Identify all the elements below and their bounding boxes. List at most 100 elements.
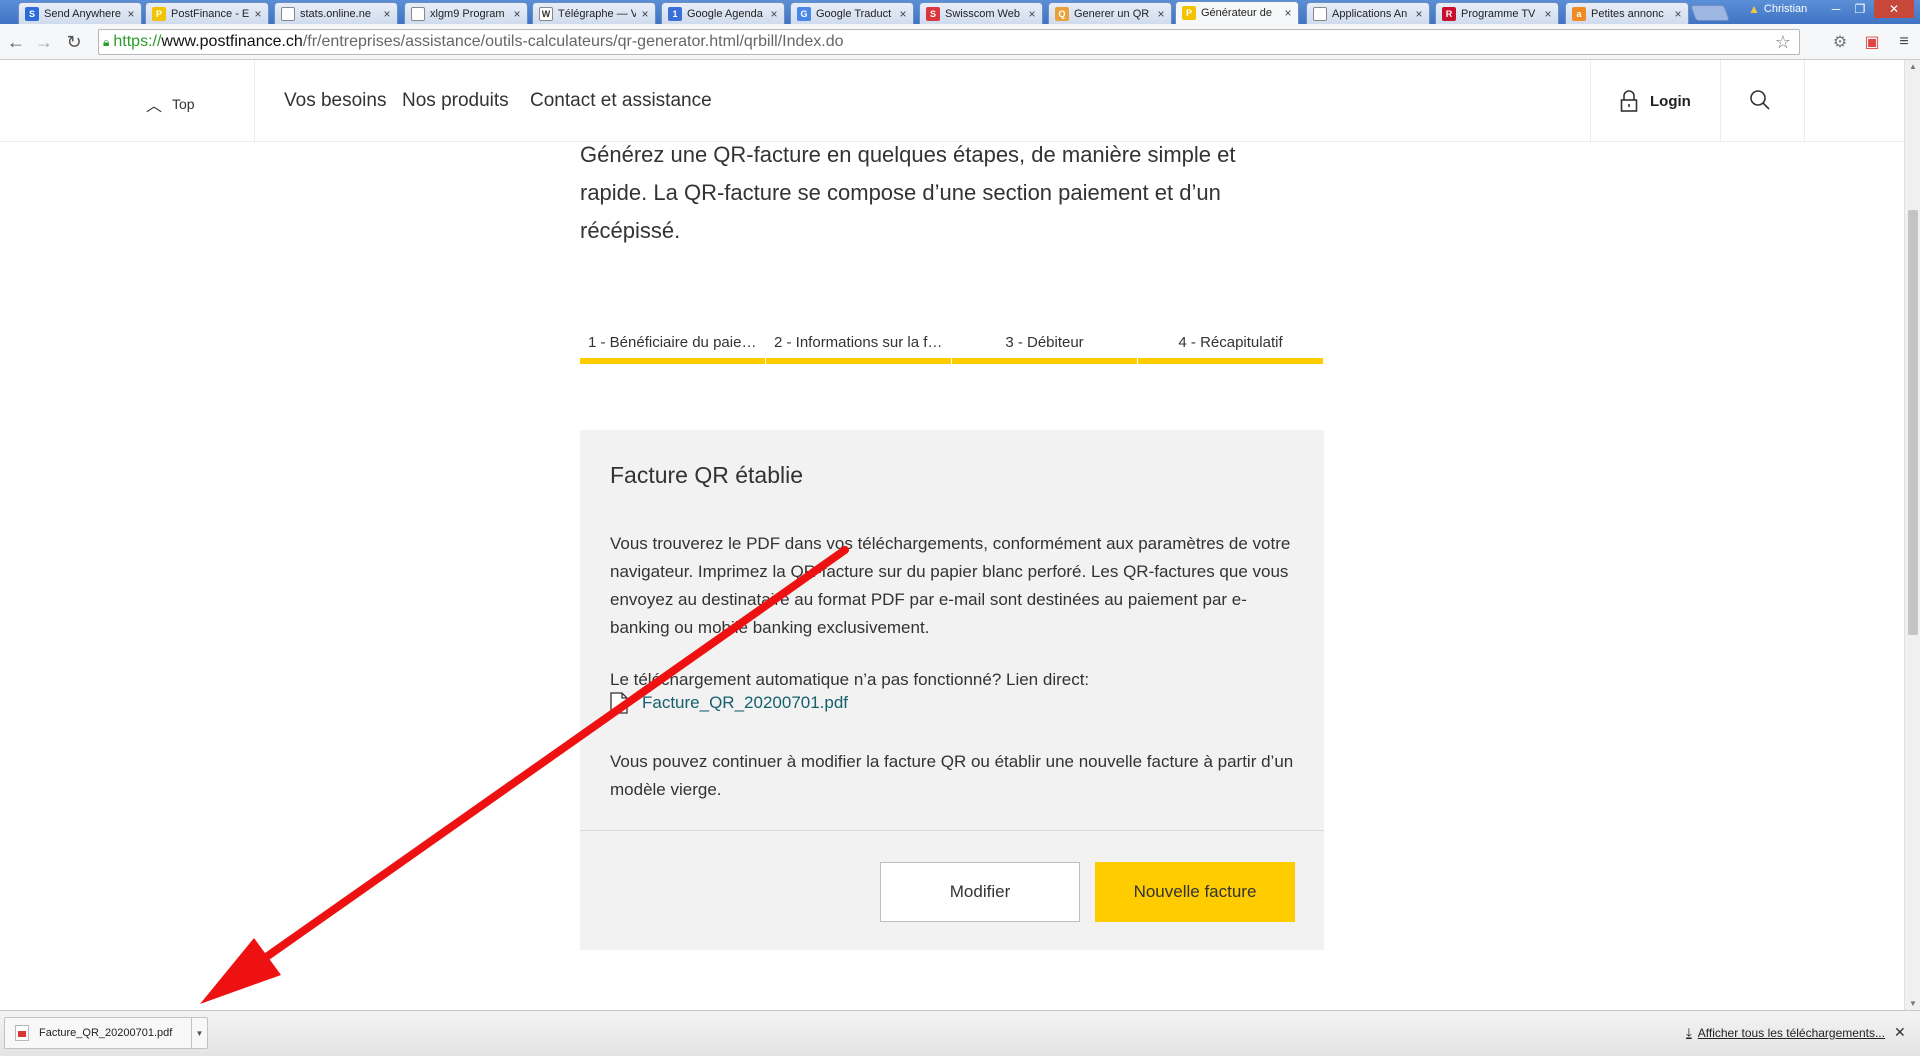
menu-icon[interactable]: ≡ (1894, 32, 1914, 52)
download-menu-caret-icon[interactable]: ▼ (191, 1018, 207, 1048)
url-protocol: https:// (113, 33, 162, 50)
tab-close-icon[interactable]: × (381, 7, 393, 21)
new-tab-button[interactable] (1690, 5, 1730, 21)
chevron-up-icon: ︿ (146, 98, 163, 115)
wikipedia-icon: W (539, 6, 553, 21)
url-path: /fr/entreprises/assistance/outils-calcul… (302, 33, 844, 50)
page-icon (1313, 6, 1327, 21)
tab-close-icon[interactable]: × (1672, 7, 1684, 21)
scroll-down-icon[interactable]: ▼ (1909, 999, 1917, 1008)
tab-close-icon[interactable]: × (1026, 7, 1038, 21)
extension-icon[interactable]: ⚙ (1830, 32, 1850, 52)
pdf-file-icon (15, 1025, 29, 1041)
browser-tab[interactable]: 1 Google Agenda × (661, 2, 785, 24)
tab-label: Google Traduct (816, 7, 892, 20)
tab-label: Générateur de (1201, 7, 1272, 19)
profile-badge[interactable]: ▲ Christian (1748, 1, 1807, 17)
rts-icon: R (1442, 6, 1456, 21)
tab-close-icon[interactable]: × (511, 7, 523, 21)
tab-close-icon[interactable]: × (1155, 7, 1167, 21)
browser-tab[interactable]: Q Generer un QR × (1048, 2, 1172, 24)
scroll-thumb[interactable] (1908, 210, 1918, 635)
direct-link-text: Le téléchargement automatique n’a pas fo… (610, 670, 1090, 689)
tab-label: PostFinance - E (171, 7, 249, 20)
nav-nos-produits[interactable]: Nos produits (402, 90, 509, 112)
intro-text: Générez une QR-facture en quelques étape… (580, 142, 1236, 243)
back-to-top-button[interactable]: ︿ Top (146, 92, 195, 116)
step-debiteur[interactable]: 3 - Débiteur (952, 334, 1137, 364)
tab-close-icon[interactable]: × (252, 7, 264, 21)
tab-close-icon[interactable]: × (125, 7, 137, 21)
tab-close-icon[interactable]: × (1282, 6, 1294, 20)
download-file-name: Facture_QR_20200701.pdf (39, 1027, 173, 1039)
back-arrow-icon[interactable]: ← (4, 30, 28, 54)
postfinance-icon: P (1182, 6, 1196, 20)
step-recapitulatif[interactable]: 4 - Récapitulatif (1138, 334, 1323, 364)
bookmark-star-icon[interactable]: ☆ (1775, 32, 1791, 53)
download-item[interactable]: Facture_QR_20200701.pdf ▼ (4, 1017, 208, 1049)
tab-close-icon[interactable]: × (1413, 7, 1425, 21)
address-bar[interactable]: 🔒︎ https:// www.postfinance.ch /fr/entre… (98, 29, 1800, 55)
show-all-label: Afficher tous les téléchargements... (1697, 1026, 1885, 1040)
tab-close-icon[interactable]: × (639, 7, 651, 21)
browser-tab[interactable]: R Programme TV × (1435, 2, 1559, 24)
new-invoice-button[interactable]: Nouvelle facture (1095, 862, 1295, 922)
browser-tab[interactable]: P Générateur de × (1175, 1, 1299, 24)
tab-label: Petites annonc (1591, 7, 1664, 20)
pdf-direct-link[interactable]: Facture_QR_20200701.pdf (610, 692, 848, 714)
step-informations[interactable]: 2 - Informations sur la facture (766, 334, 951, 364)
nav-contact-assistance[interactable]: Contact et assistance (530, 90, 712, 112)
scroll-up-icon[interactable]: ▲ (1909, 62, 1917, 71)
tab-close-icon[interactable]: × (897, 7, 909, 21)
tab-close-icon[interactable]: × (768, 7, 780, 21)
browser-tab[interactable]: S Swisscom Web × (919, 2, 1043, 24)
download-icon: ⤓ (1686, 1025, 1692, 1040)
nav-vos-besoins[interactable]: Vos besoins (284, 90, 386, 112)
login-button[interactable]: Login (1620, 90, 1691, 112)
tab-label: stats.online.ne (300, 7, 371, 20)
close-download-bar-icon[interactable]: ✕ (1894, 1024, 1906, 1041)
warning-icon: ▲ (1748, 2, 1760, 16)
continue-text: Vous pouvez continuer à modifier la fact… (610, 752, 1294, 799)
pocket-icon[interactable]: ▣ (1862, 32, 1882, 52)
nav-divider (1720, 60, 1721, 142)
show-all-downloads-link[interactable]: ⤓ Afficher tous les téléchargements... (1686, 1025, 1885, 1041)
browser-tab[interactable]: W Télégraphe — V × (532, 2, 656, 24)
google-translate-icon: G (797, 6, 811, 21)
browser-tab[interactable]: stats.online.ne × (274, 2, 398, 24)
tab-label: Google Agenda (687, 7, 763, 20)
tab-label: Applications An (1332, 7, 1408, 20)
page-scrollbar[interactable]: ▲ ▼ (1904, 60, 1920, 1010)
browser-tab[interactable]: S Send Anywhere × (18, 2, 142, 24)
restore-icon[interactable]: ❐ (1848, 0, 1872, 18)
tab-label: Télégraphe — V (558, 7, 636, 20)
search-icon[interactable] (1748, 88, 1772, 112)
close-window-icon[interactable]: ✕ (1874, 0, 1914, 18)
tab-label: xlgm9 Program (430, 7, 505, 20)
site-navigation: ︿ Top Vos besoins Nos produits Contact e… (0, 60, 1904, 142)
tab-close-icon[interactable]: × (1542, 7, 1554, 21)
browser-tab[interactable]: a Petites annonc × (1565, 2, 1689, 24)
qr-icon: Q (1055, 6, 1069, 21)
anibis-icon: a (1572, 6, 1586, 21)
progress-steps: 1 - Bénéficiaire du paiement 2 - Informa… (580, 334, 1324, 430)
page-icon (281, 6, 295, 21)
profile-name: Christian (1763, 3, 1808, 15)
minimize-icon[interactable]: ─ (1824, 0, 1848, 18)
browser-tab[interactable]: G Google Traduct × (790, 2, 914, 24)
card-title: Facture QR établie (610, 462, 804, 488)
nav-divider (1804, 60, 1805, 142)
pdf-link-label: Facture_QR_20200701.pdf (642, 693, 849, 712)
document-icon (610, 692, 628, 714)
browser-tab[interactable]: P PostFinance - E × (145, 2, 269, 24)
modify-button[interactable]: Modifier (880, 862, 1080, 922)
lock-icon: 🔒︎ (103, 34, 110, 49)
step-beneficiaire[interactable]: 1 - Bénéficiaire du paiement (580, 334, 765, 364)
browser-tab[interactable]: xlgm9 Program × (404, 2, 528, 24)
browser-tab[interactable]: Applications An × (1306, 2, 1430, 24)
reload-icon[interactable]: ↻ (62, 30, 86, 54)
url-host: www.postfinance.ch (161, 33, 303, 50)
top-label: Top (172, 96, 195, 112)
forward-arrow-icon[interactable]: → (32, 30, 56, 54)
browser-toolbar: ← → ↻ 🔒︎ https:// www.postfinance.ch /fr… (0, 24, 1920, 60)
